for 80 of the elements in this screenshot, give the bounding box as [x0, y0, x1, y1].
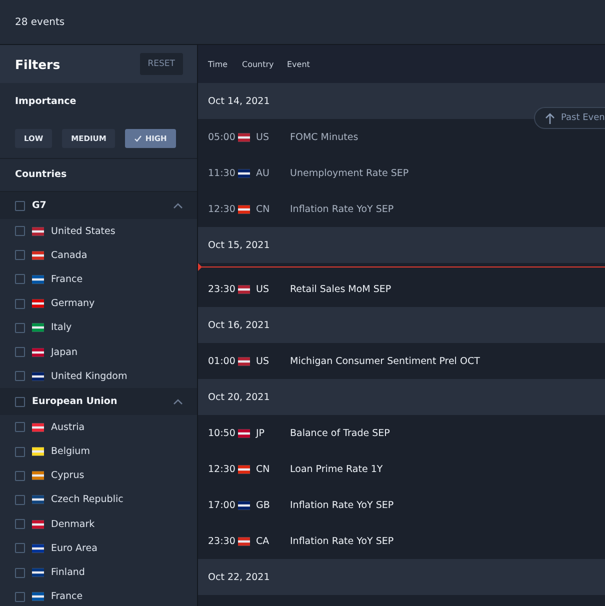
- column-header: Event: [287, 60, 310, 68]
- event-name: Unemployment Rate SEP: [290, 168, 409, 178]
- checkbox[interactable]: [15, 274, 25, 284]
- country-name: Japan: [51, 346, 78, 358]
- checkbox[interactable]: [15, 592, 25, 602]
- group-name: European Union: [32, 396, 118, 408]
- checkbox[interactable]: [15, 371, 25, 382]
- section-title: Countries: [15, 168, 68, 182]
- checkbox[interactable]: [15, 347, 25, 358]
- event-name: Inflation Rate YoY SEP: [290, 500, 394, 510]
- checkbox[interactable]: [15, 226, 25, 236]
- country-name: United States: [51, 226, 116, 237]
- group-name: G7: [32, 200, 46, 211]
- checkbox[interactable]: [15, 568, 25, 578]
- date-header: Oct 22, 2021: [198, 559, 605, 595]
- country-name: Germany: [51, 298, 95, 310]
- date-header: Oct 16, 2021: [198, 307, 605, 343]
- event-time: 12:30: [208, 464, 236, 474]
- checkbox[interactable]: [15, 422, 25, 432]
- event-time: 11:30: [208, 168, 236, 178]
- country-name: France: [51, 274, 83, 285]
- checkbox[interactable]: [15, 200, 25, 210]
- chevron-up-icon: [173, 202, 183, 208]
- checkbox[interactable]: [15, 446, 25, 457]
- checkbox[interactable]: [15, 322, 25, 333]
- checkbox[interactable]: [15, 519, 25, 530]
- group-header[interactable]: European Union: [0, 388, 197, 416]
- checkbox[interactable]: [15, 396, 25, 407]
- checkbox[interactable]: [15, 543, 25, 554]
- event-time: 23:30: [208, 284, 236, 294]
- event-time: 10:50: [208, 428, 236, 438]
- country-name: Finland: [51, 567, 85, 578]
- column-header: Time: [208, 60, 229, 68]
- event-name: Retail Sales MoM SEP: [290, 284, 392, 294]
- country-code: CN: [256, 464, 271, 474]
- chevron-up-icon: [173, 398, 183, 405]
- event-name: FOMC Minutes: [290, 132, 358, 142]
- country-code: US: [256, 356, 270, 366]
- event-count: 28 events: [15, 16, 65, 28]
- checkbox[interactable]: [15, 250, 25, 260]
- country-name: France: [51, 591, 83, 602]
- column-header: Country: [242, 60, 275, 68]
- country-code: CA: [256, 536, 270, 546]
- check-icon: [134, 135, 142, 142]
- filters-title: Filters: [15, 56, 60, 72]
- checkbox[interactable]: [15, 470, 25, 481]
- group-header[interactable]: G7: [0, 192, 197, 219]
- country-name: Austria: [51, 422, 85, 433]
- past-events-button[interactable]: Past Even: [534, 107, 605, 129]
- country-name: Belgium: [51, 446, 90, 458]
- country-name: Italy: [51, 322, 72, 334]
- country-name: Czech Republic: [51, 494, 124, 506]
- event-name: Balance of Trade SEP: [290, 428, 390, 438]
- arrow-up-icon: [545, 112, 555, 124]
- event-time: 17:00: [208, 500, 236, 510]
- event-time: 12:30: [208, 204, 236, 214]
- section-title: Importance: [15, 95, 78, 109]
- country-code: GB: [256, 500, 271, 510]
- event-time: 23:30: [208, 536, 236, 546]
- country-code: US: [256, 284, 270, 294]
- date-header: Oct 15, 2021: [198, 227, 605, 263]
- country-name: United Kingdom: [51, 370, 128, 382]
- country-name: Canada: [51, 250, 88, 261]
- country-name: Cyprus: [51, 470, 84, 482]
- country-name: Euro Area: [51, 542, 98, 554]
- country-code: US: [256, 132, 270, 142]
- country-code: JP: [256, 428, 266, 438]
- checkbox[interactable]: [15, 298, 25, 309]
- country-code: AU: [256, 168, 270, 178]
- event-name: Michigan Consumer Sentiment Prel OCT: [290, 356, 480, 366]
- reset-button[interactable]: RESET: [140, 53, 183, 75]
- country-name: Denmark: [51, 518, 95, 530]
- country-code: CN: [256, 204, 271, 214]
- date-header: Oct 20, 2021: [198, 379, 605, 415]
- checkbox[interactable]: [15, 494, 25, 505]
- event-name: Inflation Rate YoY SEP: [290, 204, 394, 214]
- event-time: 05:00: [208, 132, 236, 142]
- event-time: 01:00: [208, 356, 236, 366]
- event-name: Inflation Rate YoY SEP: [290, 536, 394, 546]
- event-name: Loan Prime Rate 1Y: [290, 464, 383, 474]
